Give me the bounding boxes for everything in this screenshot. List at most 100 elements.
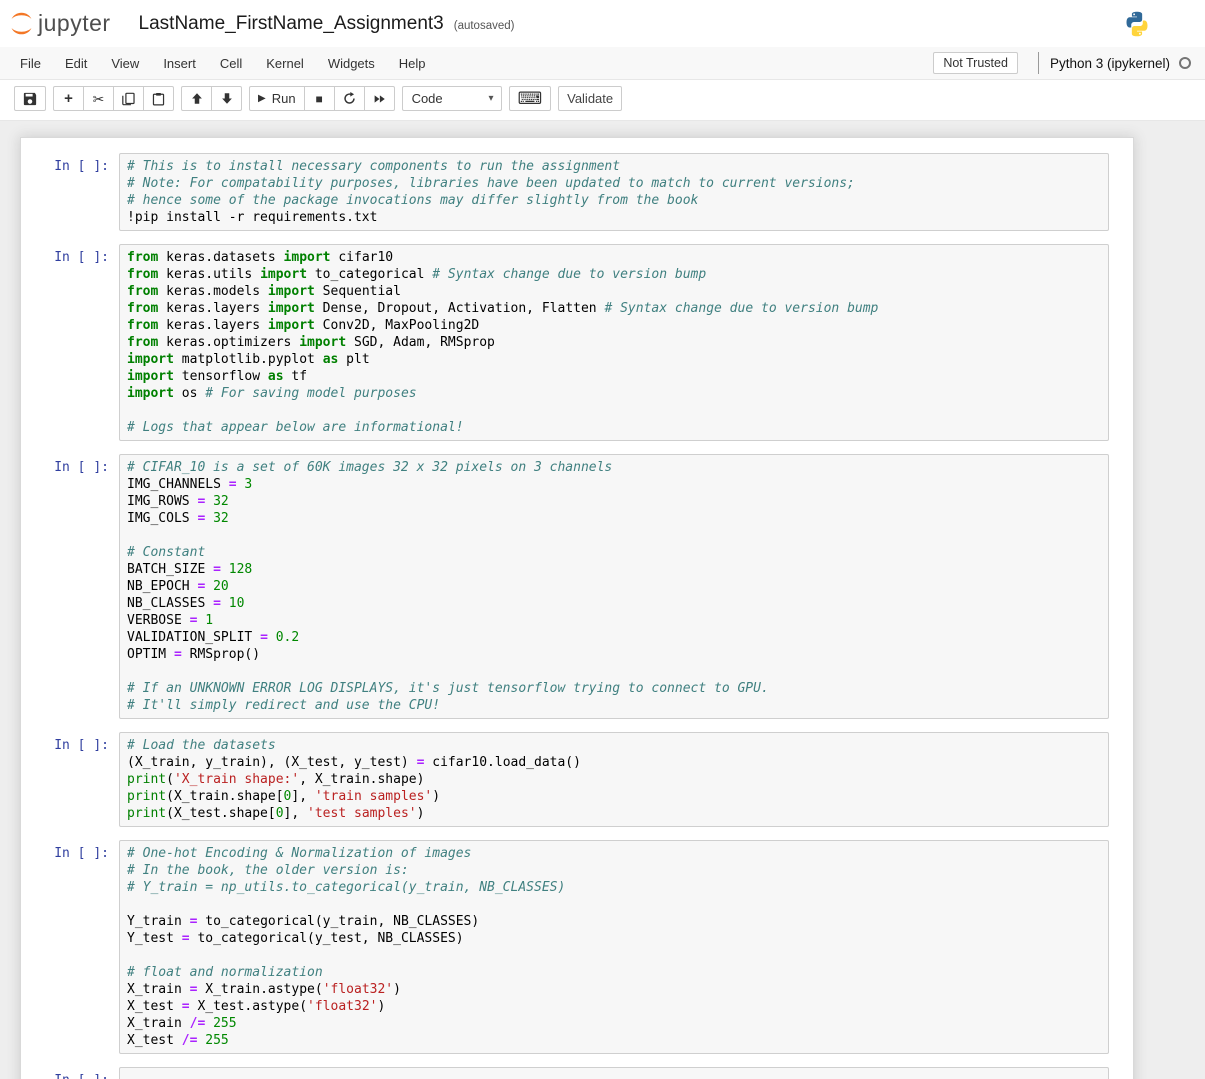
caret-down-icon: ▾ xyxy=(488,93,494,104)
paste-cell-button[interactable] xyxy=(143,86,174,111)
validate-button[interactable]: Validate xyxy=(558,86,623,111)
python-logo-icon xyxy=(1123,10,1151,38)
notebook-scroll-area[interactable]: In [ ]: # This is to install necessary co… xyxy=(0,121,1205,1079)
cell-prompt: In [ ]: xyxy=(54,460,109,475)
kernel-name: Python 3 (ipykernel) xyxy=(1049,55,1170,71)
interrupt-kernel-button[interactable]: ■ xyxy=(303,86,335,111)
cell-editor[interactable]: # This is to install necessary component… xyxy=(119,153,1109,231)
cell-prompt: In [ ]: xyxy=(21,1067,119,1079)
menu-file[interactable]: File xyxy=(8,48,53,79)
arrow-up-icon xyxy=(191,93,202,104)
menu-insert[interactable]: Insert xyxy=(151,48,208,79)
code-line: IMG_ROWS = 32 xyxy=(127,494,229,509)
code-line: from keras.layers import Conv2D, MaxPool… xyxy=(127,318,480,333)
code-cell[interactable]: In [ ]: # This is to install necessary co… xyxy=(21,153,1133,231)
code-line: VERBOSE = 1 xyxy=(127,613,214,628)
command-palette-button[interactable]: ⌨ xyxy=(508,86,552,111)
cell-editor[interactable]: # CIFAR_10 is a set of 60K images 32 x 3… xyxy=(119,454,1109,719)
run-button[interactable]: ▶ Run xyxy=(249,86,305,111)
code-line: IMG_COLS = 32 xyxy=(127,511,229,526)
restart-icon xyxy=(343,92,355,104)
code-line: from keras.models import Sequential xyxy=(127,284,401,299)
code-line: X_test = X_test.astype('float32') xyxy=(127,999,386,1014)
notebook-title[interactable]: LastName_FirstName_Assignment3 xyxy=(139,13,444,35)
code-line: OPTIM = RMSprop() xyxy=(127,647,261,662)
menu-help[interactable]: Help xyxy=(387,48,438,79)
code-cell[interactable]: In [ ]: # CIFAR_10 is a set of 60K images… xyxy=(21,454,1133,719)
code-cell[interactable]: In [ ]: # Load the datasets (X_train, y_tr… xyxy=(21,732,1133,827)
not-trusted-button[interactable]: Not Trusted xyxy=(933,52,1018,74)
jupyter-logo[interactable]: jupyter xyxy=(8,10,111,37)
code-line: # In the book, the older version is: xyxy=(127,863,409,878)
cell-type-select[interactable]: Code ▾ xyxy=(401,86,502,111)
code-line: # If an UNKNOWN ERROR LOG DISPLAYS, it's… xyxy=(127,681,769,696)
cell-type-value: Code xyxy=(411,91,443,106)
restart-run-all-button[interactable] xyxy=(363,86,395,111)
menubar: File Edit View Insert Cell Kernel Widget… xyxy=(0,47,1205,80)
code-line: # hence some of the package invocations … xyxy=(127,193,699,208)
menu-edit[interactable]: Edit xyxy=(53,48,99,79)
cell-prompt: In [ ]: xyxy=(54,159,109,174)
code-line: # Load the datasets xyxy=(127,738,276,753)
code-line: import matplotlib.pyplot as plt xyxy=(127,352,370,367)
toolbar: + ✂ ▶ Run ■ Code ▾ ⌨ Validate xyxy=(0,80,1205,121)
code-line: IMG_CHANNELS = 3 xyxy=(127,477,253,492)
cell-prompt: In [ ]: xyxy=(54,846,109,861)
code-line: import tensorflow as tf xyxy=(127,369,308,384)
code-line: # It'll simply redirect and use the CPU! xyxy=(127,698,441,713)
add-cell-button[interactable]: + xyxy=(53,86,84,111)
cell-editor[interactable]: from keras.datasets import cifar10 from k… xyxy=(119,244,1109,441)
save-button[interactable] xyxy=(14,86,46,111)
kernel-idle-icon xyxy=(1179,57,1191,69)
code-line: Y_test = to_categorical(y_test, NB_CLASS… xyxy=(127,931,464,946)
autosave-status: (autosaved) xyxy=(453,19,515,32)
cell-prompt: In [ ]: xyxy=(54,738,109,753)
notebook-header: jupyter LastName_FirstName_Assignment3 (… xyxy=(0,0,1205,121)
code-cell[interactable]: In [ ]: xyxy=(21,1067,1133,1079)
cell-editor[interactable]: # Load the datasets (X_train, y_train), (… xyxy=(119,732,1109,827)
stop-icon: ■ xyxy=(315,91,323,106)
save-icon xyxy=(23,92,37,105)
menu-cell[interactable]: Cell xyxy=(208,48,254,79)
fast-forward-icon xyxy=(374,94,385,103)
arrow-down-icon xyxy=(221,93,232,104)
menu-view[interactable]: View xyxy=(99,48,151,79)
notebook-cells: In [ ]: # This is to install necessary co… xyxy=(20,137,1134,1079)
code-cell[interactable]: In [ ]: from keras.datasets import cifar1… xyxy=(21,244,1133,441)
cell-editor[interactable]: # One-hot Encoding & Normalization of im… xyxy=(119,840,1109,1054)
code-line: # Logs that appear below are information… xyxy=(127,420,464,435)
code-line: # Y_train = np_utils.to_categorical(y_tr… xyxy=(127,880,566,895)
plus-icon: + xyxy=(64,90,73,107)
kernel-indicator: Python 3 (ipykernel) xyxy=(1037,52,1191,74)
cut-cell-button[interactable]: ✂ xyxy=(83,86,114,111)
code-line: from keras.layers import Dense, Dropout,… xyxy=(127,301,879,316)
copy-icon xyxy=(122,92,135,105)
menubar-right: Not Trusted Python 3 (ipykernel) xyxy=(933,52,1205,74)
code-line: # float and normalization xyxy=(127,965,323,980)
restart-kernel-button[interactable] xyxy=(333,86,365,111)
code-cell[interactable]: In [ ]: # One-hot Encoding & Normalizatio… xyxy=(21,840,1133,1054)
code-line: (X_train, y_train), (X_test, y_test) = c… xyxy=(127,755,581,770)
menu-widgets[interactable]: Widgets xyxy=(316,48,387,79)
code-line: VALIDATION_SPLIT = 0.2 xyxy=(127,630,300,645)
cell-prompt: In [ ]: xyxy=(54,250,109,265)
move-cell-down-button[interactable] xyxy=(211,86,242,111)
code-line: # This is to install necessary component… xyxy=(127,159,621,174)
code-line: import os # For saving model purposes xyxy=(127,386,417,401)
move-cell-up-button[interactable] xyxy=(181,86,212,111)
cell-editor[interactable] xyxy=(119,1067,1109,1079)
code-line: BATCH_SIZE = 128 xyxy=(127,562,253,577)
menu-list: File Edit View Insert Cell Kernel Widget… xyxy=(8,48,438,79)
menu-kernel[interactable]: Kernel xyxy=(254,48,316,79)
code-line: # CIFAR_10 is a set of 60K images 32 x 3… xyxy=(127,460,613,475)
code-line: from keras.utils import to_categorical #… xyxy=(127,267,707,282)
scissors-icon: ✂ xyxy=(92,90,105,107)
copy-cell-button[interactable] xyxy=(113,86,144,111)
paste-icon xyxy=(152,92,165,105)
code-line: Y_train = to_categorical(y_train, NB_CLA… xyxy=(127,914,480,929)
code-line: # Constant xyxy=(127,545,206,560)
